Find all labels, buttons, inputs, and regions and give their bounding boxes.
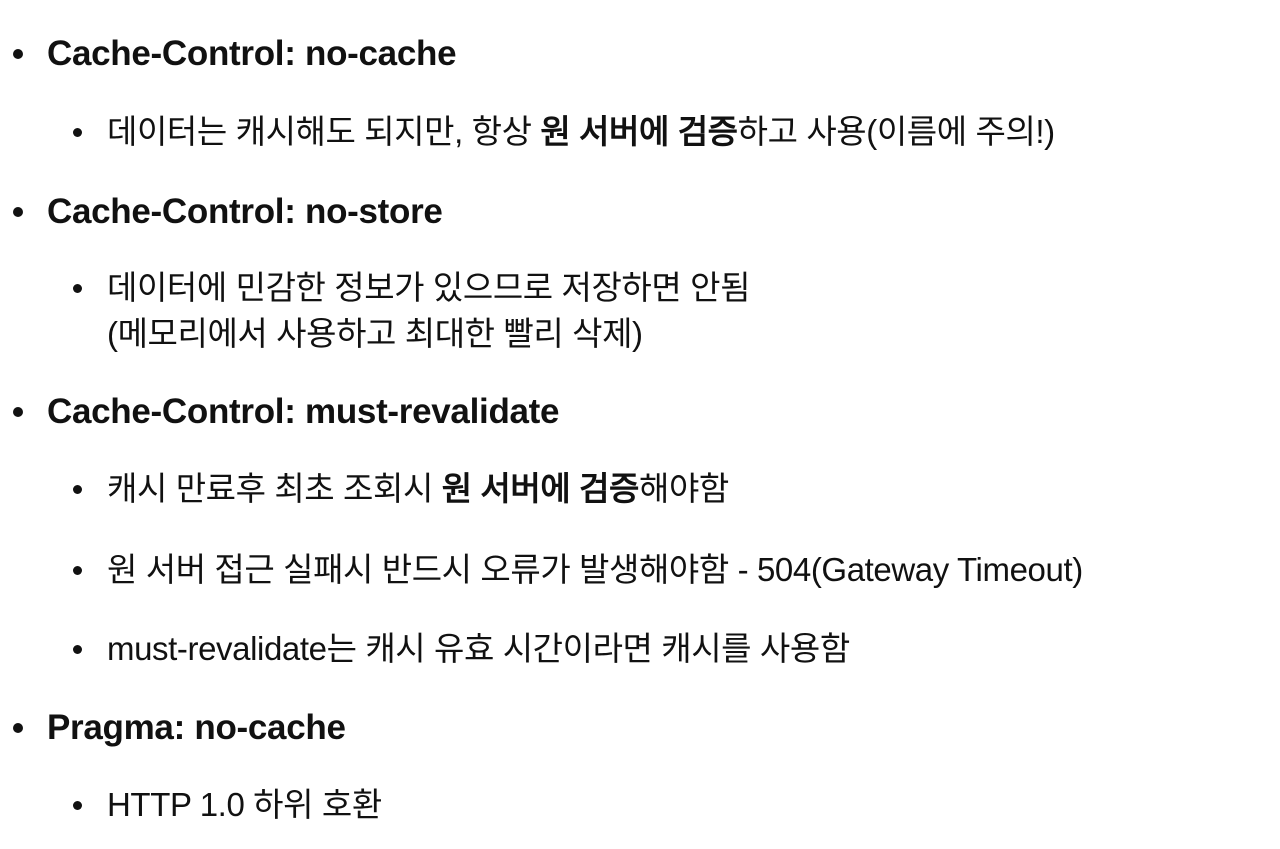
text-line-1: 데이터에 민감한 정보가 있으므로 저장하면 안됨 [107, 269, 751, 306]
bullet-dot-icon [73, 485, 82, 494]
text-line-2: (메모리에서 사용하고 최대한 빨리 삭제) [107, 315, 643, 352]
bullet-dot-icon [73, 566, 82, 575]
heading-pragma: Pragma: no-cache [47, 708, 346, 747]
sub-item-text: 데이터에 민감한 정보가 있으므로 저장하면 안됨 (메모리에서 사용하고 최대… [107, 265, 750, 357]
slide: Cache-Control: no-cache 데이터는 캐시해도 되지만, 항… [0, 0, 1280, 849]
text-segment: 데이터는 캐시해도 되지만, 항상 [107, 113, 541, 150]
bullet-dot-icon [13, 207, 23, 217]
bullet-dot-icon [13, 723, 23, 733]
text-segment: 해야함 [639, 470, 729, 507]
bullet-dot-icon [13, 407, 23, 417]
bullet-dot-icon [73, 284, 82, 293]
sub-item-text: must-revalidate는 캐시 유효 시간이라면 캐시를 사용함 [107, 630, 850, 667]
heading-no-cache: Cache-Control: no-cache [47, 34, 457, 73]
sub-item-text: 원 서버 접근 실패시 반드시 오류가 발생해야함 - 504(Gateway … [107, 551, 1083, 588]
heading-must-revalidate: Cache-Control: must-revalidate [47, 392, 560, 431]
sub-item-text: 캐시 만료후 최초 조회시 원 서버에 검증해야함 [107, 466, 729, 512]
bullet-dot-icon [13, 49, 23, 59]
emphasis-text: 원 서버에 검증 [441, 470, 640, 507]
sub-item-text: HTTP 1.0 하위 호환 [107, 786, 382, 823]
bullet-dot-icon [73, 128, 82, 137]
text-segment: 캐시 만료후 최초 조회시 [107, 470, 442, 507]
heading-no-store: Cache-Control: no-store [47, 192, 443, 231]
emphasis-text: 원 서버에 검증 [540, 113, 738, 150]
text-segment: 하고 사용(이름에 주의!) [737, 113, 1056, 150]
bullet-dot-icon [73, 801, 82, 810]
bullet-dot-icon [73, 645, 82, 654]
sub-item-text: 데이터는 캐시해도 되지만, 항상 원 서버에 검증하고 사용(이름에 주의!) [107, 109, 1055, 155]
